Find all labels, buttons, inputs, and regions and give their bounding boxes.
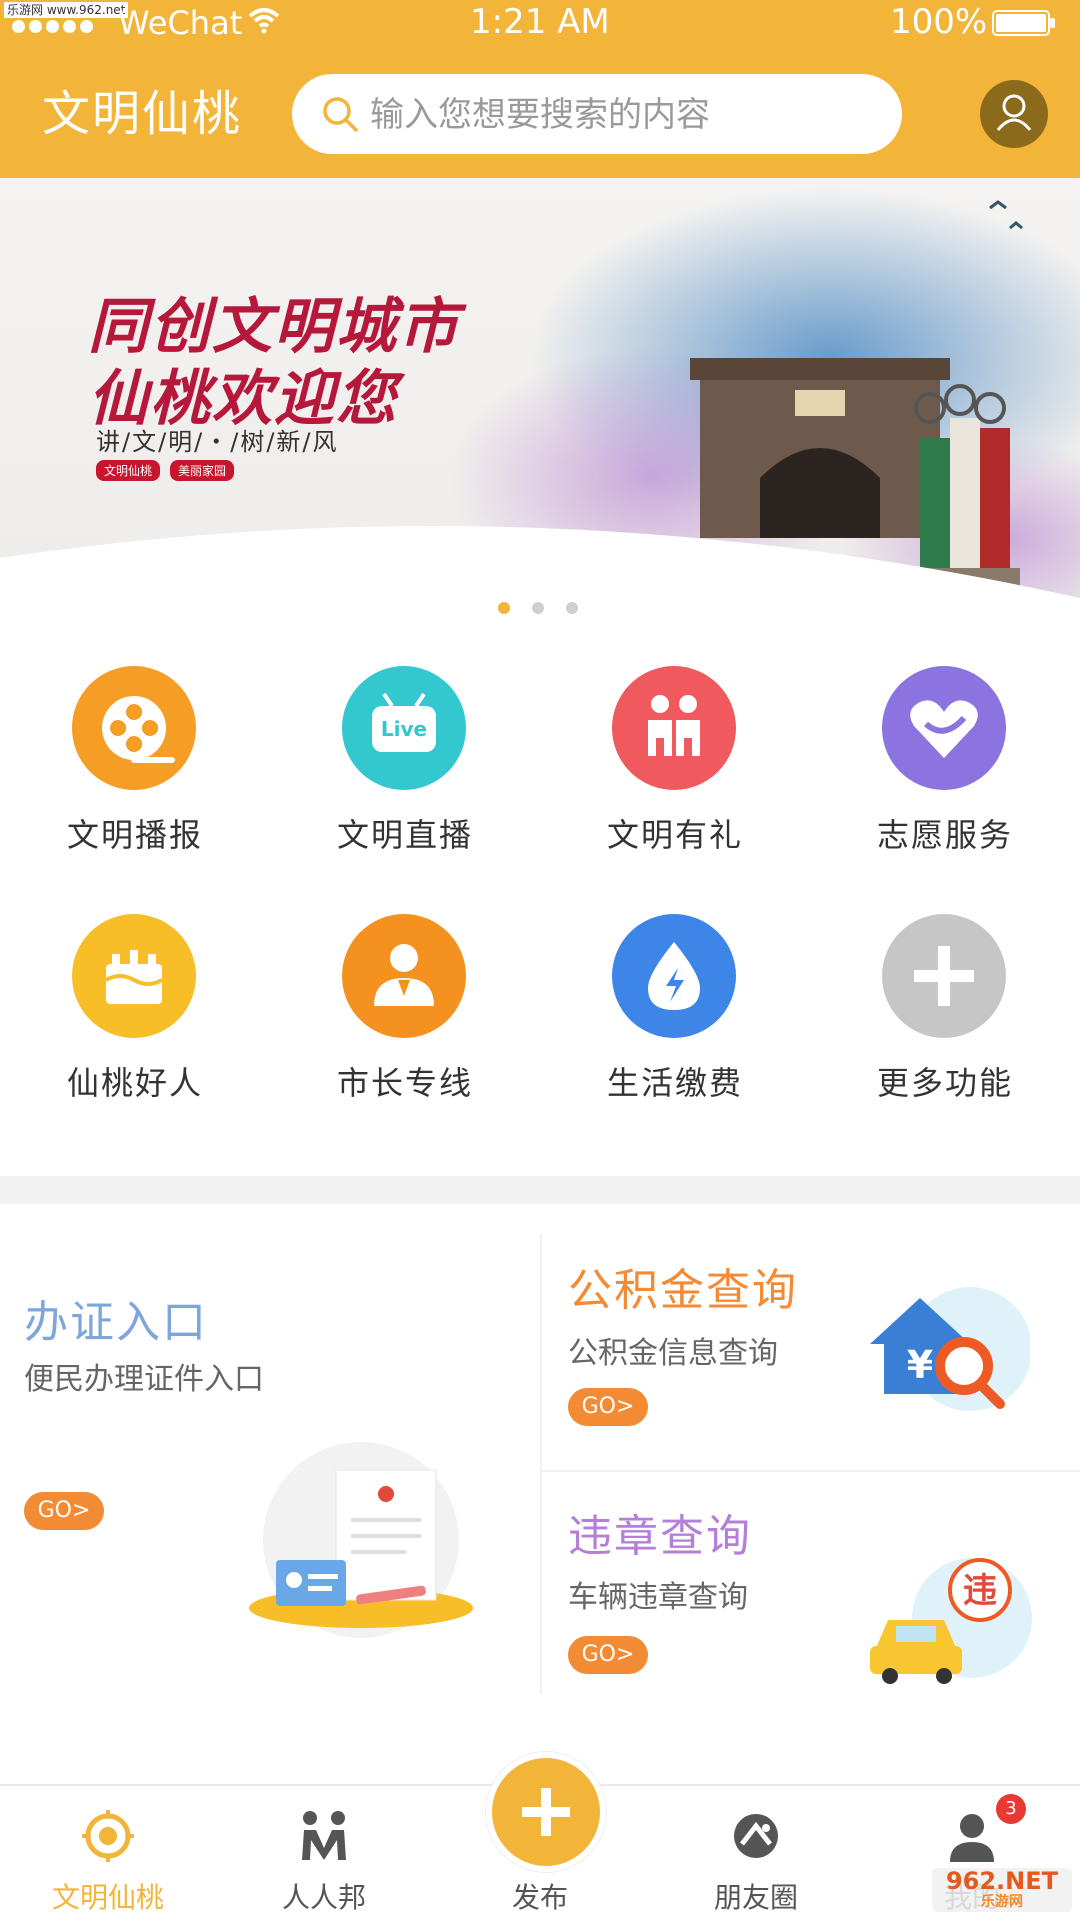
feature-grid: 文明播报 Live 文明直播 文明有礼 志愿服务 仙桃好人 市长专线 生活缴费 …	[0, 650, 1080, 1150]
grid-item-volunteer[interactable]: 志愿服务	[810, 650, 1080, 860]
battery-percent: 100%	[890, 2, 988, 42]
live-tv-icon: Live	[342, 666, 466, 790]
status-bar: 乐游网 www.962.net WeChat 1:21 AM 100%	[0, 0, 1080, 44]
violation-go-button[interactable]: GO>	[568, 1636, 648, 1674]
card-divider	[542, 1470, 1080, 1472]
service-cards: 办证入口 便民办理证件入口 GO> 公积金查询 公积金信息查询 GO> ¥ 违章…	[0, 1204, 1080, 1704]
fund-go-button[interactable]: GO>	[568, 1388, 648, 1426]
license-card-subtitle: 便民办理证件入口	[24, 1362, 264, 1397]
people-icon	[612, 666, 736, 790]
nav-item-home[interactable]: 文明仙桃	[0, 1786, 216, 1922]
grid-item-mayor-hotline[interactable]: 市长专线	[270, 898, 540, 1108]
watermark-logo: 962.NET 乐游网	[932, 1868, 1072, 1912]
carousel-dot-1[interactable]	[498, 602, 510, 614]
water-drop-icon	[612, 914, 736, 1038]
section-divider	[0, 1176, 1080, 1204]
carousel-indicator	[0, 598, 1080, 618]
watermark-top: 乐游网 www.962.net	[4, 2, 129, 18]
people-group-icon	[302, 1811, 346, 1860]
plus-icon	[522, 1788, 570, 1836]
violation-stamp: 违	[963, 1571, 997, 1611]
grid-item-courtesy[interactable]: 文明有礼	[540, 650, 810, 860]
watermark-sub: 乐游网	[981, 1894, 1023, 1910]
house-search-icon: ¥	[870, 1287, 1030, 1411]
grid-item-live[interactable]: Live 文明直播	[270, 650, 540, 860]
nav-label: 发布	[511, 1881, 568, 1914]
signal-strength-icon	[12, 20, 93, 33]
banner-tag: 美丽家园	[170, 460, 235, 481]
grid-item-good-people[interactable]: 仙桃好人	[0, 898, 270, 1108]
grid-label: 志愿服务	[876, 816, 1013, 854]
status-time: 1:21 AM	[470, 2, 610, 42]
heart-hand-icon	[882, 666, 1006, 790]
svg-text:¥: ¥	[907, 1343, 933, 1387]
nav-item-renrenbang[interactable]: 人人邦	[216, 1786, 432, 1922]
plus-icon	[882, 914, 1006, 1038]
nav-label: 文明仙桃	[51, 1881, 164, 1914]
battery-icon	[992, 10, 1055, 36]
license-card-title: 办证入口	[24, 1297, 208, 1348]
svg-text:Live: Live	[381, 717, 427, 741]
violation-card-title: 违章查询	[568, 1511, 752, 1562]
publish-button[interactable]	[486, 1752, 606, 1872]
fund-card-subtitle: 公积金信息查询	[568, 1336, 778, 1371]
grid-label: 文明有礼	[606, 816, 743, 854]
carousel-dot-2[interactable]	[532, 602, 544, 614]
app-title: 文明仙桃	[42, 86, 243, 142]
certificate-illustration	[249, 1442, 473, 1638]
grid-label: 生活缴费	[606, 1064, 743, 1102]
search-input[interactable]	[368, 90, 882, 140]
profile-button[interactable]	[980, 80, 1048, 148]
wifi-icon	[248, 8, 280, 34]
card-divider	[540, 1234, 542, 1694]
nav-label: 朋友圈	[713, 1881, 798, 1914]
grid-label: 仙桃好人	[66, 1064, 203, 1102]
carousel-dot-3[interactable]	[566, 602, 578, 614]
search-box[interactable]	[292, 74, 902, 154]
grid-item-civil-news[interactable]: 文明播报	[0, 650, 270, 860]
promo-banner[interactable]: 同创文明城市 仙桃欢迎您 讲/文/明/・/树/新/风 文明仙桃 美丽家园	[0, 178, 1080, 628]
carrier-name: WeChat	[118, 4, 243, 42]
user-icon	[950, 1814, 994, 1862]
user-icon	[996, 94, 1032, 131]
grid-label: 文明直播	[336, 816, 473, 854]
grid-item-more[interactable]: 更多功能	[810, 898, 1080, 1108]
compass-icon	[82, 1810, 134, 1862]
cake-icon	[72, 914, 196, 1038]
grid-label: 更多功能	[876, 1064, 1013, 1102]
license-go-button[interactable]: GO>	[24, 1492, 104, 1530]
banner-slogan: 讲/文/明/・/树/新/风	[96, 428, 339, 456]
nav-item-moments[interactable]: 朋友圈	[648, 1786, 864, 1922]
notification-badge: 3	[996, 1794, 1026, 1824]
grid-label: 文明播报	[66, 816, 203, 854]
app-header: 乐游网 www.962.net WeChat 1:21 AM 100% 文明仙桃	[0, 0, 1080, 178]
car-violation-icon: 违	[870, 1558, 1032, 1684]
grid-label: 市长专线	[336, 1064, 473, 1102]
official-icon	[342, 914, 466, 1038]
moments-icon	[734, 1814, 778, 1858]
search-icon	[323, 97, 358, 132]
nav-label: 人人邦	[281, 1881, 366, 1914]
banner-tag: 文明仙桃	[96, 460, 161, 481]
violation-card-subtitle: 车辆违章查询	[568, 1580, 748, 1615]
fund-card-title: 公积金查询	[568, 1265, 798, 1316]
grid-item-utility-payment[interactable]: 生活缴费	[540, 898, 810, 1108]
banner-tags: 文明仙桃 美丽家园	[96, 460, 235, 481]
watermark-main: 962.NET	[945, 1867, 1059, 1895]
film-reel-icon	[72, 666, 196, 790]
